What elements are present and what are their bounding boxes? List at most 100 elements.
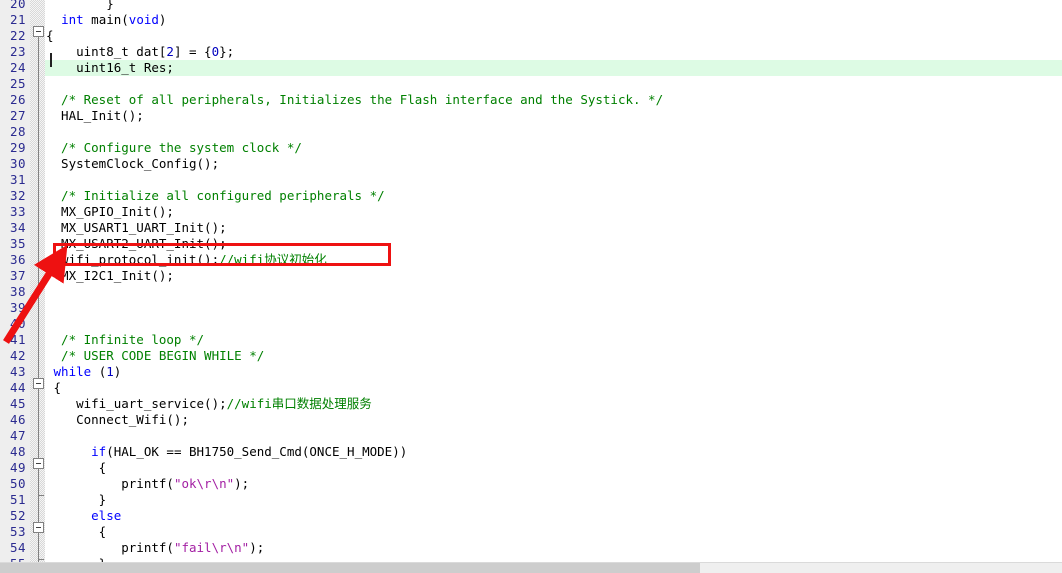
token-pln: Connect_Wifi();: [46, 412, 189, 427]
token-pln: ): [158, 12, 167, 27]
gutter-hatch-strip: [30, 492, 45, 508]
code-line-27[interactable]: 27 HAL_Init();: [0, 108, 1062, 124]
token-pln: ): [113, 364, 122, 379]
code-line-48[interactable]: 48 if(HAL_OK == BH1750_Send_Cmd(ONCE_H_M…: [0, 444, 1062, 460]
code-line-32[interactable]: 32 /* Initialize all configured peripher…: [0, 188, 1062, 204]
line-number-30: 30: [0, 156, 30, 172]
token-pln: [46, 444, 91, 459]
token-str: "fail\r\n": [173, 540, 250, 555]
gutter-hatch-strip: [30, 156, 45, 172]
code-line-20[interactable]: 20 }: [0, 0, 1062, 12]
line-number-39: 39: [0, 300, 30, 316]
horizontal-scrollbar-thumb[interactable]: [0, 563, 700, 573]
token-pln: [46, 364, 54, 379]
code-line-47[interactable]: 47: [0, 428, 1062, 444]
token-pln: [46, 12, 61, 27]
gutter-hatch-strip: [30, 268, 45, 284]
code-line-50[interactable]: 50 printf("ok\r\n");: [0, 476, 1062, 492]
token-num: 2: [166, 44, 174, 59]
code-line-44[interactable]: 44 {: [0, 380, 1062, 396]
code-line-46[interactable]: 46 Connect_Wifi();: [0, 412, 1062, 428]
code-line-29[interactable]: 29 /* Configure the system clock */: [0, 140, 1062, 156]
code-text-area[interactable]: 20 } 21 int main(void) 22{23 uint8_t dat[2…: [0, 0, 1062, 563]
line-number-26: 26: [0, 92, 30, 108]
code-line-30[interactable]: 30 SystemClock_Config();: [0, 156, 1062, 172]
token-pln: MX_USART1_UART_Init();: [46, 220, 227, 235]
code-line-43[interactable]: 43 while (1): [0, 364, 1062, 380]
token-pln: [46, 508, 91, 523]
line-number-44: 44: [0, 380, 30, 396]
code-line-24[interactable]: 24 uint16_t Res;: [0, 60, 1062, 76]
code-line-text-53: {: [46, 524, 107, 540]
line-number-31: 31: [0, 172, 30, 188]
line-number-21: 21: [0, 12, 30, 28]
token-pln: HAL_Init();: [46, 108, 144, 123]
code-line-39[interactable]: 39: [0, 300, 1062, 316]
code-line-text-50: printf("ok\r\n");: [46, 476, 249, 492]
gutter-hatch-strip: [30, 300, 45, 316]
code-line-text-23: uint8_t dat[2] = {0};: [46, 44, 234, 60]
gutter-hatch-strip: [30, 332, 45, 348]
code-line-42[interactable]: 42 /* USER CODE BEGIN WHILE */: [0, 348, 1062, 364]
gutter-hatch-strip: [30, 396, 45, 412]
token-cmt: /* Initialize all configured peripherals…: [46, 188, 385, 203]
code-line-text-44: {: [46, 380, 62, 396]
code-line-text-27: HAL_Init();: [46, 108, 144, 124]
code-line-22[interactable]: 22 {: [0, 28, 1062, 44]
code-line-25[interactable]: 25: [0, 76, 1062, 92]
code-line-54[interactable]: 54 printf("fail\r\n");: [0, 540, 1062, 556]
token-cmt: /* Reset of all peripherals, Initializes…: [46, 92, 664, 107]
code-line-52[interactable]: 52 else: [0, 508, 1062, 524]
code-line-37[interactable]: 37 MX_I2C1_Init();: [0, 268, 1062, 284]
line-number-22: 22: [0, 28, 30, 44]
line-number-53: 53: [0, 524, 30, 540]
code-line-text-49: {: [46, 460, 107, 476]
token-pln: {: [46, 28, 54, 43]
code-line-40[interactable]: 40: [0, 316, 1062, 332]
gutter-hatch-strip: [30, 348, 45, 364]
line-number-24: 24: [0, 60, 30, 76]
code-line-49[interactable]: 49 {: [0, 460, 1062, 476]
gutter-hatch-strip: [30, 524, 45, 540]
code-line-26[interactable]: 26 /* Reset of all peripherals, Initiali…: [0, 92, 1062, 108]
code-line-38[interactable]: 38: [0, 284, 1062, 300]
code-line-23[interactable]: 23 uint8_t dat[2] = {0};: [0, 44, 1062, 60]
red-rectangle-highlight-line-36: [53, 243, 391, 266]
line-number-23: 23: [0, 44, 30, 60]
line-number-50: 50: [0, 476, 30, 492]
token-kw: while: [53, 364, 92, 379]
code-line-33[interactable]: 33 MX_GPIO_Init();: [0, 204, 1062, 220]
gutter-hatch-strip: [30, 444, 45, 460]
code-line-text-32: /* Initialize all configured peripherals…: [46, 188, 385, 204]
code-line-text-54: printf("fail\r\n");: [46, 540, 264, 556]
line-number-35: 35: [0, 236, 30, 252]
gutter-hatch-strip: [30, 76, 45, 92]
line-number-34: 34: [0, 220, 30, 236]
code-editor[interactable]: 20 } 21 int main(void) 22{23 uint8_t dat[2…: [0, 0, 1062, 573]
line-number-52: 52: [0, 508, 30, 524]
gutter-hatch-strip: [30, 316, 45, 332]
gutter-hatch-strip: [30, 12, 45, 28]
code-line-53[interactable]: 53 {: [0, 524, 1062, 540]
token-pln: printf(: [46, 476, 174, 491]
gutter-hatch-strip: [30, 236, 45, 252]
token-pln: );: [234, 476, 250, 491]
code-line-28[interactable]: 28: [0, 124, 1062, 140]
code-line-31[interactable]: 31: [0, 172, 1062, 188]
gutter-hatch-strip: [30, 140, 45, 156]
code-line-text-21: int main(void): [46, 12, 166, 28]
code-line-text-20: }: [46, 0, 114, 12]
code-line-51[interactable]: 51 }: [0, 492, 1062, 508]
gutter-hatch-strip: [30, 428, 45, 444]
code-line-34[interactable]: 34 MX_USART1_UART_Init();: [0, 220, 1062, 236]
code-line-41[interactable]: 41 /* Infinite loop */: [0, 332, 1062, 348]
horizontal-scrollbar[interactable]: [0, 562, 1062, 573]
code-line-45[interactable]: 45 wifi_uart_service();//wifi串口数据处理服务: [0, 396, 1062, 412]
gutter-hatch-strip: [30, 124, 45, 140]
line-number-43: 43: [0, 364, 30, 380]
token-kw: void: [128, 12, 159, 27]
token-pln: }: [46, 0, 114, 11]
token-pln: (HAL_OK == BH1750_Send_Cmd(ONCE_H_MODE)): [106, 444, 408, 459]
code-line-21[interactable]: 21 int main(void): [0, 12, 1062, 28]
token-pln: SystemClock_Config();: [46, 156, 220, 171]
